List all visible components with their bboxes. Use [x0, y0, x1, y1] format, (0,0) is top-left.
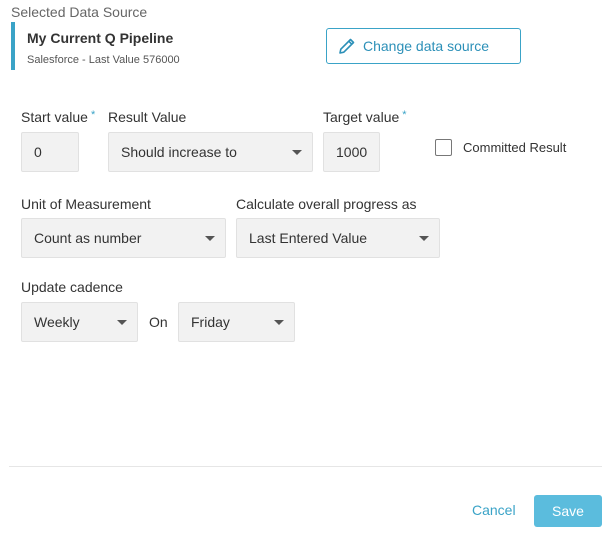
change-data-source-button[interactable]: Change data source [326, 28, 521, 64]
target-value-label: Target value * [323, 109, 407, 125]
unit-of-measurement-select[interactable]: Count as number [21, 218, 226, 258]
start-value-label: Start value * [21, 109, 96, 125]
caret-down-icon [205, 235, 215, 241]
unit-of-measurement-label: Unit of Measurement [21, 196, 151, 212]
overall-progress-selected: Last Entered Value [249, 230, 368, 246]
cancel-button[interactable]: Cancel [472, 502, 516, 518]
caret-down-icon [274, 319, 284, 325]
selected-data-source-label: Selected Data Source [11, 4, 148, 20]
overall-progress-label: Calculate overall progress as [236, 196, 417, 212]
required-mark: * [402, 109, 407, 121]
required-mark: * [90, 109, 96, 121]
update-cadence-selected: Weekly [34, 314, 80, 330]
target-value-input[interactable]: 1000 [323, 132, 380, 172]
cadence-day-selected: Friday [191, 314, 230, 330]
pencil-icon [337, 36, 357, 56]
data-source-subtitle: Salesforce - Last Value 576000 [27, 54, 180, 66]
committed-result-checkbox[interactable] [435, 139, 452, 156]
caret-down-icon [117, 319, 127, 325]
target-value-text: 1000 [336, 144, 368, 160]
overall-progress-select[interactable]: Last Entered Value [236, 218, 440, 258]
data-source-accent-bar [11, 22, 15, 70]
result-value-label: Result Value [108, 109, 187, 125]
start-value-input[interactable]: 0 [21, 132, 79, 172]
change-data-source-label: Change data source [363, 38, 490, 54]
result-value-selected: Should increase to [121, 144, 237, 160]
footer-divider [9, 466, 602, 467]
unit-of-measurement-selected: Count as number [34, 230, 142, 246]
cadence-day-select[interactable]: Friday [178, 302, 295, 342]
committed-result-label: Committed Result [463, 140, 567, 155]
on-label: On [149, 314, 168, 330]
save-button[interactable]: Save [534, 495, 602, 527]
result-value-select[interactable]: Should increase to [108, 132, 313, 172]
caret-down-icon [419, 235, 429, 241]
update-cadence-label: Update cadence [21, 279, 123, 295]
data-source-name: My Current Q Pipeline [27, 30, 174, 46]
caret-down-icon [292, 149, 302, 155]
update-cadence-select[interactable]: Weekly [21, 302, 138, 342]
start-value-text: 0 [34, 144, 42, 160]
